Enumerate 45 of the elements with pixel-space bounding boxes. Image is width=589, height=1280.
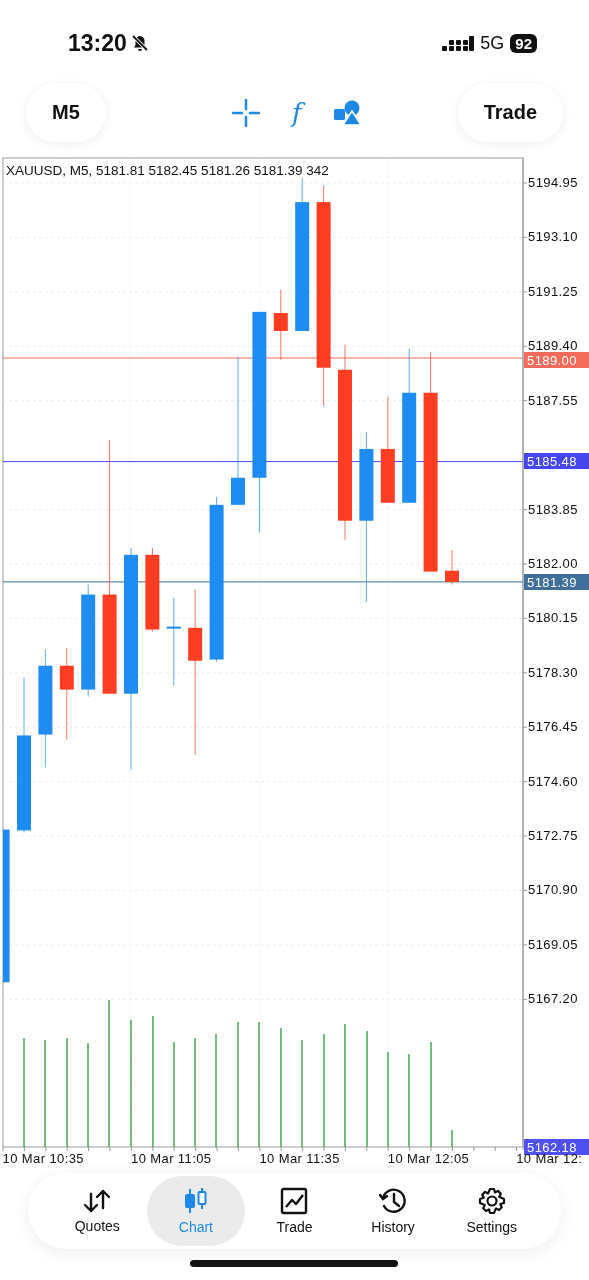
shapes-icon[interactable] [333, 99, 362, 126]
price-axis-label: 5169.05 [528, 936, 578, 952]
price-axis-label: 5167.20 [528, 991, 578, 1007]
price-tag: 5185.48 [524, 453, 589, 469]
time-axis-label: 10 Mar 11:05 [131, 1151, 212, 1166]
tab-bar-item[interactable]: History [343, 1176, 443, 1246]
clock: 13:20 [68, 29, 127, 57]
candle [273, 289, 288, 361]
price-axis-label: 5182.00 [528, 555, 578, 571]
settings-icon [477, 1187, 506, 1215]
tab-bar-item[interactable]: Quotes [48, 1176, 147, 1246]
chart-header: XAUUSD, M5, 5181.81 5182.45 5181.26 5181.39 342 [6, 163, 329, 178]
trade-button[interactable]: Trade [457, 83, 563, 142]
price-axis-label: 5176.45 [528, 719, 578, 735]
price-axis-label: 5180.15 [528, 610, 578, 626]
candlestick-icon [183, 1187, 208, 1215]
price-axis-label: 5183.85 [528, 501, 578, 517]
history-clock-icon [378, 1187, 409, 1215]
battery-indicator: 92 [510, 33, 537, 53]
indicators-button[interactable]: f [287, 99, 306, 126]
crosshair-icon[interactable] [231, 98, 260, 127]
time-axis-label: 10 Mar 11:35 [259, 1151, 340, 1166]
signal-icon [442, 35, 475, 51]
price-axis-label: 5191.25 [528, 283, 578, 299]
price-axis-label: 5170.90 [528, 882, 578, 898]
muted-bell-icon [130, 34, 149, 52]
price-axis-label: 5172.75 [528, 828, 578, 844]
price-tag: 5162.18 [524, 1139, 589, 1155]
time-axis-label: 10 Mar 12:05 [387, 1151, 470, 1166]
candle [445, 549, 459, 586]
timeframe-button[interactable]: M5 [26, 83, 106, 142]
price-axis-label: 5194.95 [528, 175, 578, 190]
line-chart-icon [280, 1187, 309, 1215]
tab-bar-item[interactable]: Trade [245, 1176, 344, 1246]
price-tag: 5189.00 [524, 352, 589, 368]
price-axis-label: 5189.40 [528, 338, 578, 354]
price-tag: 5181.39 [524, 574, 589, 590]
price-axis-label: 5174.60 [528, 773, 578, 789]
network-label: 5G [480, 32, 505, 54]
price-axis-label: 5187.55 [528, 392, 578, 408]
price-axis-label: 5193.10 [528, 229, 578, 245]
price-axis-label: 5178.30 [528, 664, 578, 680]
swap-arrows-icon [83, 1188, 112, 1214]
time-axis-label: 10 Mar 10:35 [2, 1151, 84, 1166]
tab-bar-item[interactable]: Settings [442, 1176, 541, 1246]
